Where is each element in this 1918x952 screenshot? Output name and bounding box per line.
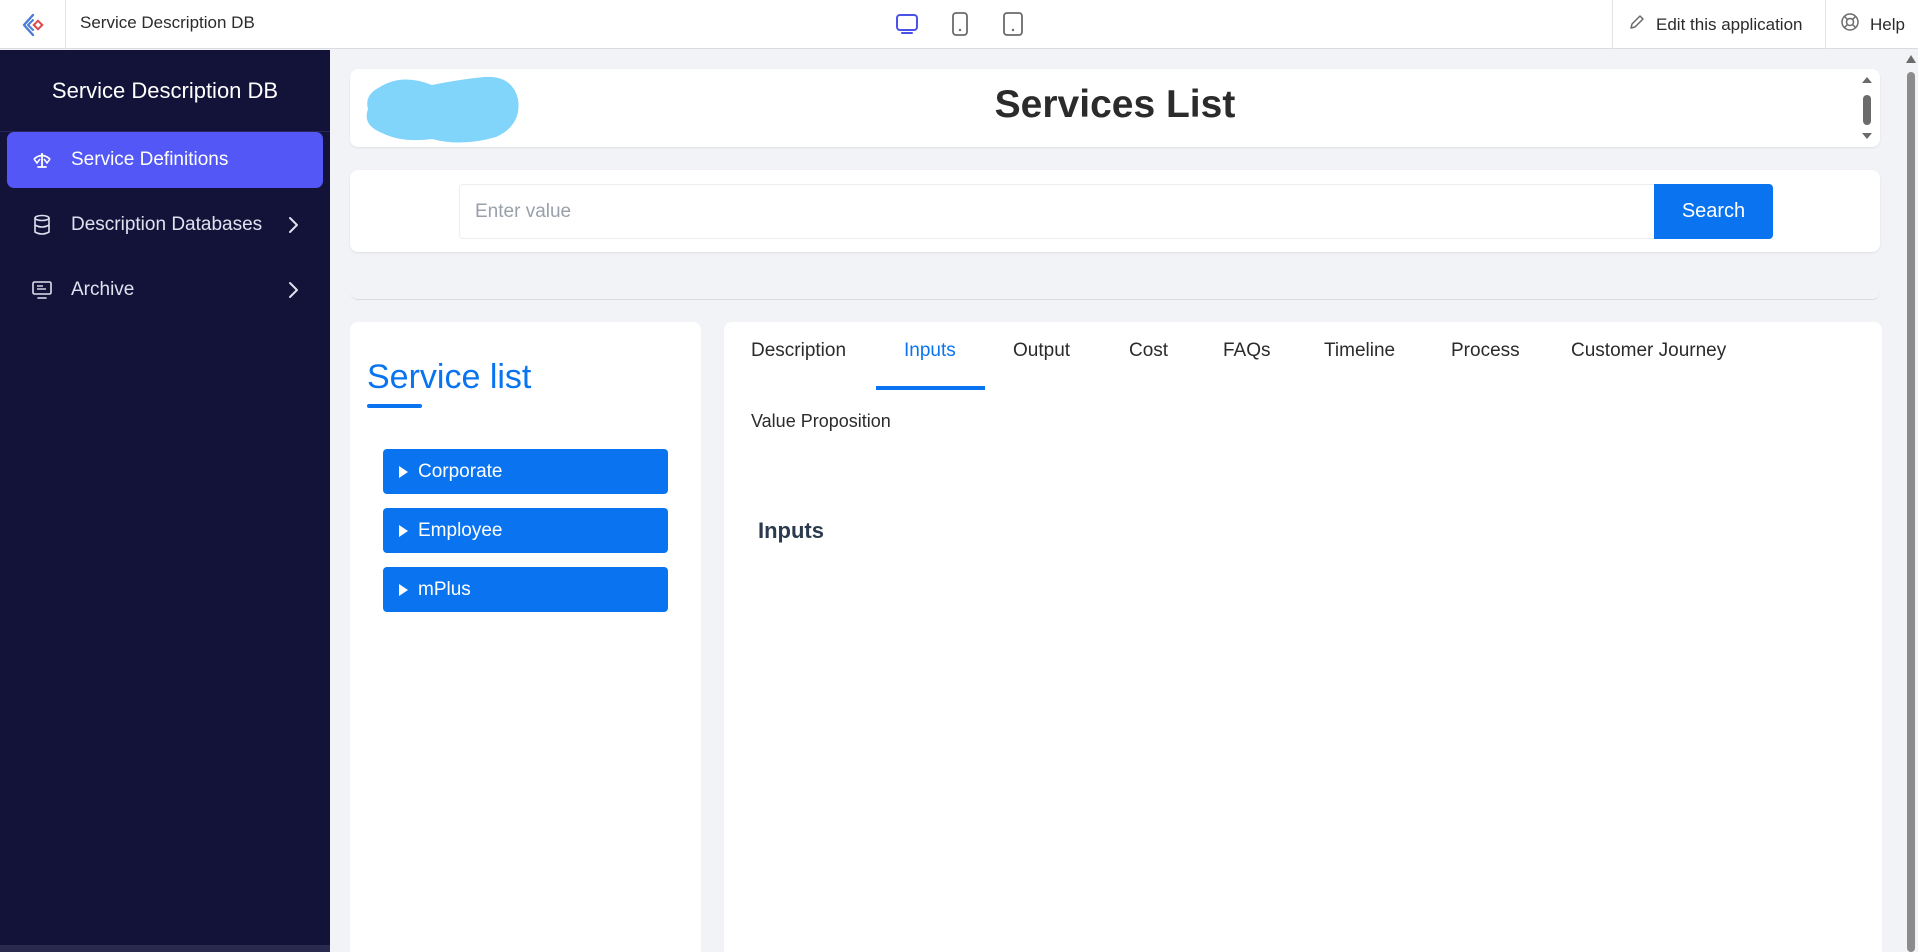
service-detail-panel: Description Inputs Output Cost FAQs Time… — [724, 322, 1882, 952]
category-label: Corporate — [418, 460, 503, 482]
phone-icon[interactable] — [946, 10, 973, 37]
category-label: mPlus — [418, 578, 471, 600]
tab-cost[interactable]: Cost — [1129, 340, 1168, 392]
tab-faqs[interactable]: FAQs — [1223, 340, 1271, 392]
service-list-title: Service list — [367, 358, 532, 396]
scrollbar-thumb[interactable] — [1907, 72, 1915, 952]
sidebar-scrollbar[interactable] — [0, 945, 330, 952]
page-header: Services List — [350, 69, 1880, 147]
search-panel: Search — [350, 170, 1880, 252]
active-tab-indicator — [876, 386, 985, 390]
top-bar: Service Description DB Edit this applica… — [0, 0, 1918, 49]
sidebar-item-archive[interactable]: Archive — [7, 262, 323, 318]
caret-right-icon — [399, 465, 408, 478]
sidebar-item-label: Archive — [71, 279, 135, 300]
category-mplus[interactable]: mPlus — [383, 567, 668, 612]
inputs-heading: Inputs — [758, 518, 824, 543]
desktop-icon[interactable] — [893, 10, 920, 37]
search-button[interactable]: Search — [1654, 184, 1773, 239]
tab-description[interactable]: Description — [751, 340, 846, 392]
page-scrollbar[interactable] — [1904, 52, 1918, 952]
database-icon — [31, 214, 53, 236]
tab-customer-journey[interactable]: Customer Journey — [1571, 340, 1726, 392]
page-title: Services List — [994, 83, 1236, 126]
monitor-icon — [31, 279, 53, 301]
chevron-right-icon — [287, 281, 299, 305]
tab-inputs[interactable]: Inputs — [904, 340, 956, 392]
search-input[interactable] — [459, 184, 1655, 239]
value-proposition-label: Value Proposition — [751, 411, 891, 431]
service-list-panel: Service list Corporate Employee mPlus — [350, 322, 701, 952]
edit-application-label: Edit this application — [1656, 14, 1803, 34]
lifebuoy-icon — [1840, 12, 1860, 37]
edit-application-button[interactable]: Edit this application — [1612, 0, 1825, 49]
category-corporate[interactable]: Corporate — [383, 449, 668, 494]
tab-timeline[interactable]: Timeline — [1324, 340, 1395, 392]
help-button[interactable]: Help — [1825, 0, 1918, 49]
divider-panel — [350, 278, 1880, 300]
sidebar-item-label: Service Definitions — [71, 149, 229, 170]
tablet-icon[interactable] — [999, 10, 1026, 37]
chevron-right-icon — [287, 216, 299, 240]
app-title: Service Description DB — [80, 13, 255, 32]
sidebar-item-label: Description Databases — [71, 214, 263, 235]
title-underline — [367, 404, 422, 408]
caret-right-icon — [399, 583, 408, 596]
sidebar-item-description-databases[interactable]: Description Databases — [7, 197, 323, 253]
device-preview-switcher — [893, 10, 1026, 37]
sidebar-title: Service Description DB — [0, 50, 330, 132]
category-employee[interactable]: Employee — [383, 508, 668, 553]
tab-process[interactable]: Process — [1451, 340, 1520, 392]
tab-output[interactable]: Output — [1013, 340, 1070, 392]
header-scrollbar[interactable] — [1860, 73, 1874, 143]
sidebar-item-service-definitions[interactable]: Service Definitions — [7, 132, 323, 188]
sidebar: Service Description DB Service Definitio… — [0, 50, 330, 952]
category-label: Employee — [418, 519, 503, 541]
pencil-icon — [1628, 13, 1646, 36]
help-label: Help — [1870, 14, 1905, 34]
caret-right-icon — [399, 524, 408, 537]
balance-scale-icon — [31, 149, 53, 171]
app-logo-icon[interactable] — [0, 0, 66, 49]
scroll-up-icon[interactable] — [1906, 55, 1916, 63]
